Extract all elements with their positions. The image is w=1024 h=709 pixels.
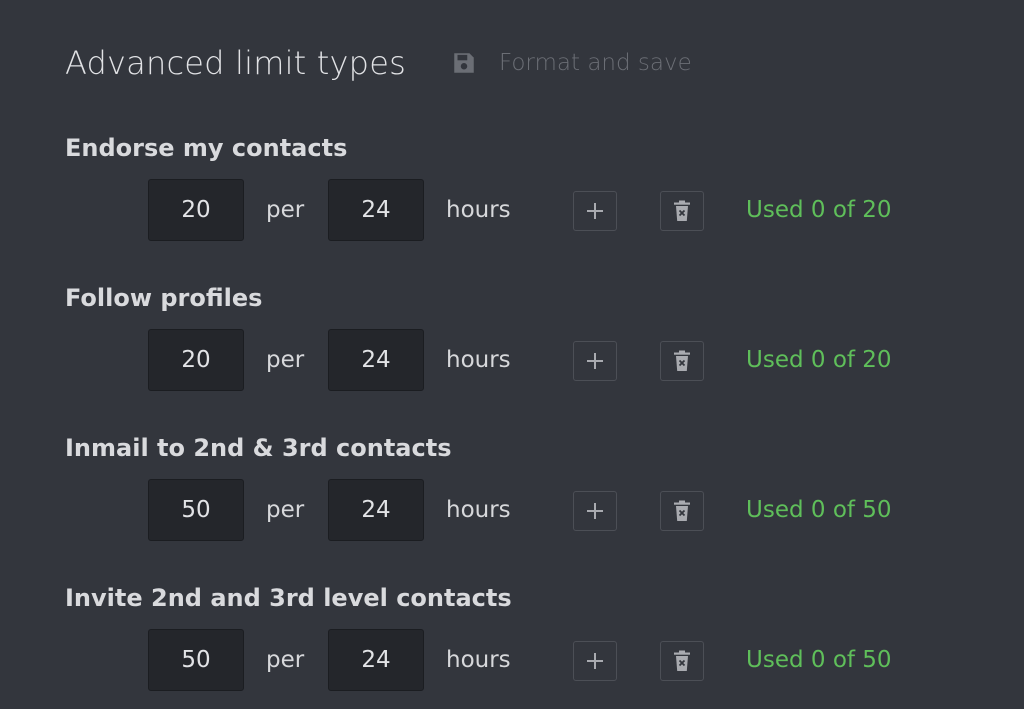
add-limit-button[interactable] xyxy=(573,341,617,381)
usage-status: Used 0 of 50 xyxy=(746,647,892,673)
advanced-limits-page: Advanced limit types Format and save End… xyxy=(0,0,1024,709)
limit-row: 20 per 24 hours Used 0 of 20 xyxy=(65,179,965,243)
delete-limit-button[interactable] xyxy=(660,491,704,531)
hours-label: hours xyxy=(446,347,511,373)
hours-label: hours xyxy=(446,647,511,673)
limit-period-input[interactable]: 24 xyxy=(328,629,424,691)
usage-status: Used 0 of 20 xyxy=(746,197,892,223)
hours-label: hours xyxy=(446,197,511,223)
limit-row: 50 per 24 hours Used 0 of 50 xyxy=(65,629,965,693)
limit-period-input[interactable]: 24 xyxy=(328,479,424,541)
limit-title: Follow profiles xyxy=(65,284,263,312)
limit-title: Inmail to 2nd & 3rd contacts xyxy=(65,434,452,462)
plus-icon xyxy=(587,503,603,519)
trash-icon xyxy=(674,350,690,371)
limit-title: Endorse my contacts xyxy=(65,134,348,162)
add-limit-button[interactable] xyxy=(573,191,617,231)
hours-label: hours xyxy=(446,497,511,523)
trash-icon xyxy=(674,200,690,221)
limit-count-input[interactable]: 50 xyxy=(148,479,244,541)
limit-count-input[interactable]: 20 xyxy=(148,179,244,241)
trash-icon xyxy=(674,500,690,521)
per-label: per xyxy=(266,197,305,223)
format-and-save-button[interactable]: Format and save xyxy=(451,50,692,76)
delete-limit-button[interactable] xyxy=(660,341,704,381)
limit-period-input[interactable]: 24 xyxy=(328,179,424,241)
per-label: per xyxy=(266,347,305,373)
plus-icon xyxy=(587,653,603,669)
page-title: Advanced limit types xyxy=(65,44,406,82)
limit-row: 50 per 24 hours Used 0 of 50 xyxy=(65,479,965,543)
per-label: per xyxy=(266,497,305,523)
limit-count-input[interactable]: 50 xyxy=(148,629,244,691)
usage-status: Used 0 of 50 xyxy=(746,497,892,523)
limit-period-input[interactable]: 24 xyxy=(328,329,424,391)
floppy-disk-icon xyxy=(454,53,474,73)
limit-row: 20 per 24 hours Used 0 of 20 xyxy=(65,329,965,393)
plus-icon xyxy=(587,353,603,369)
add-limit-button[interactable] xyxy=(573,641,617,681)
limit-count-input[interactable]: 20 xyxy=(148,329,244,391)
plus-icon xyxy=(587,203,603,219)
per-label: per xyxy=(266,647,305,673)
usage-status: Used 0 of 20 xyxy=(746,347,892,373)
limit-title: Invite 2nd and 3rd level contacts xyxy=(65,584,512,612)
trash-icon xyxy=(674,650,690,671)
format-and-save-label: Format and save xyxy=(498,50,692,76)
page-header: Advanced limit types Format and save xyxy=(65,40,692,86)
delete-limit-button[interactable] xyxy=(660,641,704,681)
delete-limit-button[interactable] xyxy=(660,191,704,231)
add-limit-button[interactable] xyxy=(573,491,617,531)
